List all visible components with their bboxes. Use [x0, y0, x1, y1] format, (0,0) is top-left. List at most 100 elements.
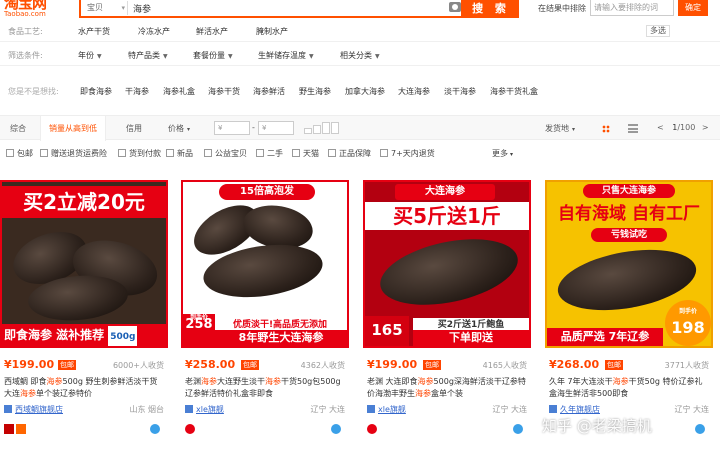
shop-link[interactable]: 西域鲷旗舰店: [15, 404, 63, 415]
product-title[interactable]: 久年 7年大连淡干海参干货50g 特价辽参礼盒海生鲜活非500即食: [549, 376, 709, 400]
filter-option[interactable]: 冷冻水产: [138, 26, 170, 37]
price-min-input[interactable]: ¥: [214, 121, 250, 135]
related-link[interactable]: 海参礼盒: [163, 86, 195, 97]
related-link[interactable]: 淡干海参: [444, 86, 476, 97]
promo-banner: 只售大连海参: [583, 184, 675, 198]
filter-dropdown[interactable]: 特产品类 ▼: [128, 50, 168, 61]
sort-by-sales[interactable]: 销量从高到低: [40, 116, 106, 141]
prev-page-button[interactable]: <: [657, 123, 664, 132]
chevron-down-icon: ▾: [572, 126, 576, 133]
checkbox-label: 天猫: [303, 149, 319, 158]
search-type-label: 宝贝: [87, 3, 103, 12]
checkbox-cod[interactable]: 货到付款: [118, 148, 161, 159]
location: 辽宁 大连: [492, 405, 527, 414]
checkbox-icon: [204, 149, 212, 157]
related-link[interactable]: 干海参: [125, 86, 149, 97]
shop-icon: [367, 405, 375, 413]
confirm-button[interactable]: 确定: [678, 0, 708, 16]
price-row: ¥199.00 包邮 4165人收货: [367, 358, 527, 372]
related-link[interactable]: 海参干货: [208, 86, 240, 97]
checkbox-free-shipping[interactable]: 包邮: [6, 148, 33, 159]
next-page-button[interactable]: >: [702, 123, 709, 132]
bottom-banner: 8年野生大连海参: [215, 330, 347, 346]
checkbox-filters: 包邮 赠送退货运费险 货到付款 新品 公益宝贝 二手 天猫 正品保障 7+天内退…: [0, 145, 720, 161]
shop-link[interactable]: xle旗舰: [378, 404, 406, 415]
product-title[interactable]: 老渊海参大连野生淡干海参干货50g包500g辽参鲜活特价礼盒非即食: [185, 376, 345, 400]
search-type-select[interactable]: 宝贝 ▾: [87, 1, 127, 15]
sort-by-price-label: 价格: [168, 124, 184, 133]
price-max-input[interactable]: ¥: [258, 121, 294, 135]
checkbox-tmall[interactable]: 天猫: [292, 148, 319, 159]
ship-from-dropdown[interactable]: 发货地 ▾: [545, 123, 575, 134]
filter-dropdown[interactable]: 年份 ▼: [78, 50, 102, 61]
price-tag: 165: [365, 316, 409, 346]
title-text: 盒单个装: [431, 389, 463, 398]
search-input[interactable]: [133, 1, 433, 15]
product-image[interactable]: 只售大连海参 自有海域 自有工厂 亏钱试吃 品质严选 7年辽参 198 到手价: [545, 180, 713, 348]
search-button[interactable]: 搜 索: [463, 0, 519, 18]
wangwang-chat-icon[interactable]: [150, 424, 160, 434]
shop-link[interactable]: 久年旗舰店: [560, 404, 600, 415]
free-shipping-badge: 包邮: [58, 360, 76, 370]
product-card[interactable]: 大连海参 买5斤送1斤 买2斤送1斤鲍鱼 下单即送 165 ¥199.00 包邮…: [363, 180, 531, 442]
related-link[interactable]: 海参鲜活: [253, 86, 285, 97]
related-link[interactable]: 即食海参: [80, 86, 112, 97]
wangwang-chat-icon[interactable]: [513, 424, 523, 434]
wangwang-chat-icon[interactable]: [695, 424, 705, 434]
checkbox-label: 包邮: [17, 149, 33, 158]
product-card[interactable]: 只售大连海参 自有海域 自有工厂 亏钱试吃 品质严选 7年辽参 198 到手价 ¥…: [545, 180, 713, 442]
title-keyword: 海参: [417, 377, 434, 386]
promo-headline: 买5斤送1斤: [365, 202, 529, 230]
checkbox-7day-return[interactable]: 7+天内退货: [380, 148, 435, 159]
wangwang-chat-icon[interactable]: [331, 424, 341, 434]
related-link[interactable]: 加拿大海参: [345, 86, 385, 97]
filter-option[interactable]: 腌制水产: [256, 26, 288, 37]
checkbox-label: 新品: [177, 149, 193, 158]
ship-from-label: 发货地: [545, 124, 569, 133]
promo-headline: 自有海域 自有工厂: [558, 204, 700, 224]
checkbox-return-insurance[interactable]: 赠送退货运费险: [40, 148, 107, 159]
title-keyword: 海参: [612, 377, 629, 386]
sort-default[interactable]: 综合: [10, 123, 26, 134]
sea-cucumber-image: [374, 228, 524, 316]
product-image[interactable]: 大连海参 买5斤送1斤 买2斤送1斤鲍鱼 下单即送 165: [363, 180, 531, 348]
filter-option[interactable]: 鲜活水产: [196, 26, 228, 37]
product-image[interactable]: 15倍高泡发 优质淡干!高品质无添加 8年野生大连海参 258 到手价: [181, 180, 349, 348]
multi-select-button[interactable]: 多选: [646, 25, 670, 37]
checkbox-secondhand[interactable]: 二手: [256, 148, 283, 159]
shop-link[interactable]: xle旗舰: [196, 404, 224, 415]
taobao-logo[interactable]: 淘宝网 Taobao.com: [4, 0, 62, 20]
checkbox-genuine[interactable]: 正品保障: [328, 148, 371, 159]
filter-dropdown[interactable]: 相关分类 ▼: [340, 50, 380, 61]
location: 辽宁 大连: [310, 405, 345, 414]
list-view-icon[interactable]: [628, 124, 638, 133]
product-price: ¥258.00: [185, 358, 236, 371]
checkbox-new[interactable]: 新品: [166, 148, 193, 159]
product-card[interactable]: 15倍高泡发 优质淡干!高品质无添加 8年野生大连海参 258 到手价 ¥258.…: [181, 180, 349, 442]
exclude-input[interactable]: 请输入要排除的词: [590, 0, 674, 16]
filter-dropdown[interactable]: 生鲜储存温度 ▼: [258, 50, 314, 61]
filter-dropdown[interactable]: 套餐份量 ▼: [193, 50, 233, 61]
related-link[interactable]: 野生海参: [299, 86, 331, 97]
shop-icon: [549, 405, 557, 413]
checkbox-charity[interactable]: 公益宝贝: [204, 148, 247, 159]
tmall-icon: [4, 424, 14, 434]
bottom-banner: 下单即送: [413, 330, 529, 346]
badge-row: [367, 424, 527, 436]
chevron-down-icon: ▼: [97, 53, 102, 60]
sort-by-credit[interactable]: 信用: [126, 123, 142, 134]
related-link[interactable]: 海参干货礼盒: [490, 86, 538, 97]
grid-view-icon[interactable]: [602, 125, 610, 133]
product-title[interactable]: 西域鲷 即食海参500g 野生刺参鲜活淡干货大连海参单个装辽参特价: [4, 376, 164, 400]
product-card[interactable]: 买2立减20元 即食海参 滋补推荐 500g ¥199.00 包邮 6000+人收…: [0, 180, 168, 442]
more-filters-dropdown[interactable]: 更多 ▾: [492, 148, 513, 159]
product-title[interactable]: 老渊 大连即食海参500g深海鲜活淡干辽参特价海渤丰野生海参盒单个装: [367, 376, 527, 400]
free-shipping-badge: 包邮: [241, 360, 259, 370]
product-image[interactable]: 买2立减20元 即食海参 滋补推荐 500g: [0, 180, 168, 348]
related-link[interactable]: 大连海参: [398, 86, 430, 97]
checkbox-icon: [166, 149, 174, 157]
sort-by-price[interactable]: 价格 ▾: [168, 123, 190, 134]
filter-option[interactable]: 水产干货: [78, 26, 110, 37]
camera-icon[interactable]: [449, 2, 461, 12]
price-range-bars-icon[interactable]: [304, 122, 344, 134]
